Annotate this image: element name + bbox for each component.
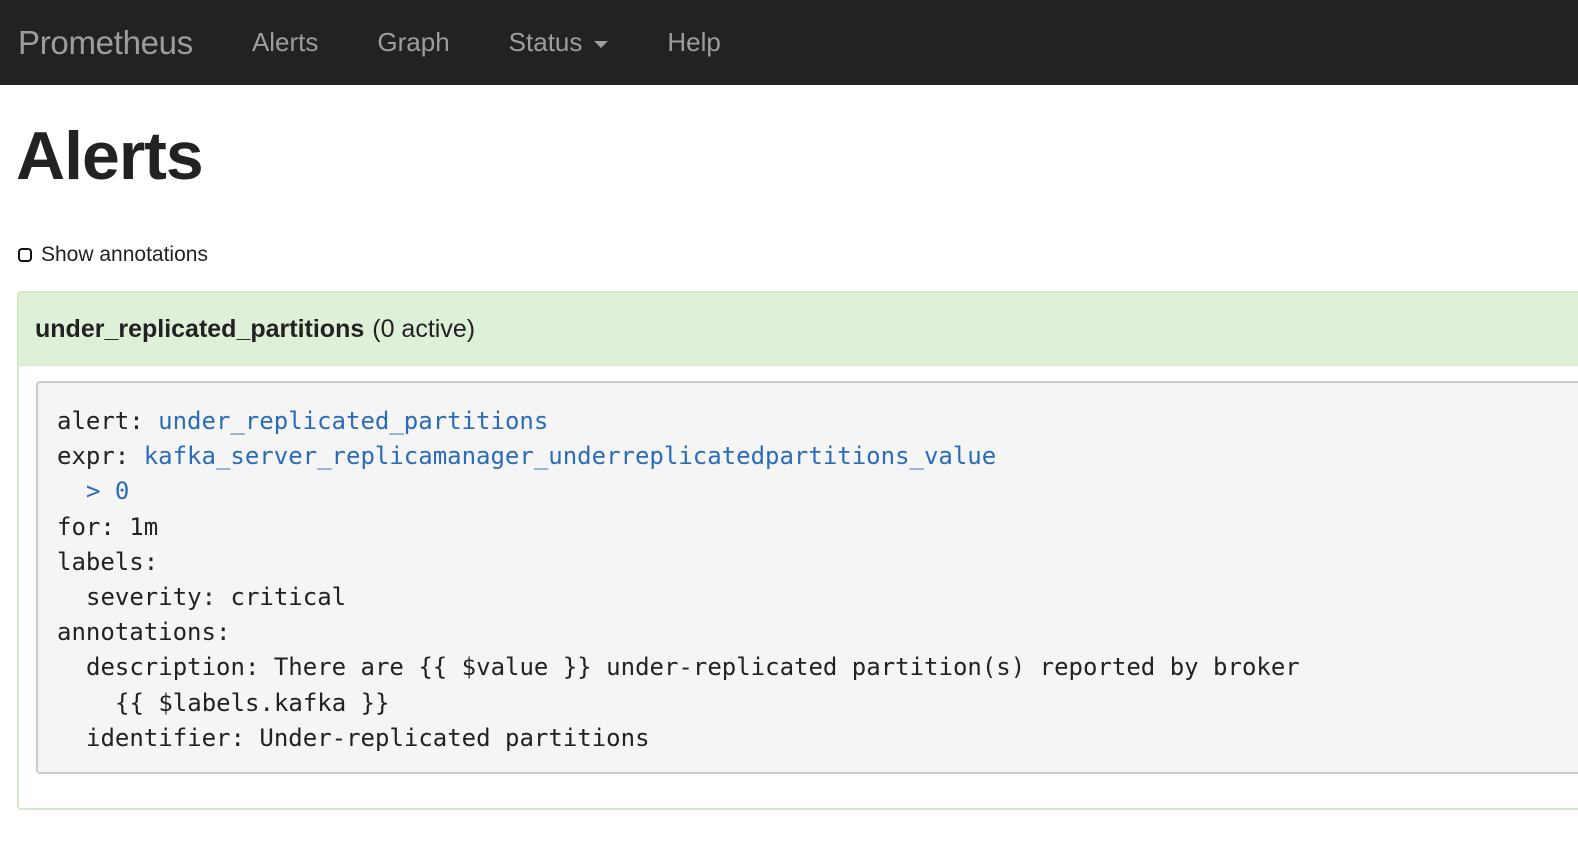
page-title: Alerts xyxy=(16,118,204,194)
show-annotations-checkbox[interactable] xyxy=(18,248,32,262)
nav-help[interactable]: Help xyxy=(667,27,720,58)
rule-line-annotations: annotations: xyxy=(57,618,231,647)
rule-line-labels: labels: xyxy=(57,547,159,576)
show-annotations-label: Show annotations xyxy=(41,243,208,266)
alert-rule-heading[interactable]: under_replicated_partitions (0 active) xyxy=(19,293,1578,366)
rule-line-identifier: identifier: Under-replicated partitions xyxy=(86,723,650,752)
alert-rule-definition: alert: under_replicated_partitions expr:… xyxy=(36,381,1578,774)
alert-rule-name: under_replicated_partitions xyxy=(35,314,365,343)
rule-line-expr-cont: > 0 xyxy=(57,474,1578,509)
alert-name-link[interactable]: under_replicated_partitions xyxy=(158,407,548,435)
alert-rule-panel: under_replicated_partitions (0 active) a… xyxy=(17,291,1578,810)
rule-line-severity: severity: critical xyxy=(86,582,347,611)
expr-link[interactable]: kafka_server_replicamanager_underreplica… xyxy=(144,442,997,470)
show-annotations-toggle[interactable]: Show annotations xyxy=(18,243,208,267)
rule-line-description: description: There are {{ $value }} unde… xyxy=(86,653,1300,682)
expr-cont-link[interactable]: > 0 xyxy=(86,477,129,505)
brand-link[interactable]: Prometheus xyxy=(18,24,193,62)
nav-graph[interactable]: Graph xyxy=(377,27,449,58)
rule-line-expr: expr: kafka_server_replicamanager_underr… xyxy=(57,442,997,471)
alert-active-count: (0 active) xyxy=(372,314,476,343)
nav-status-label: Status xyxy=(508,27,583,57)
rule-line-description-cont: {{ $labels.kafka }} xyxy=(115,688,390,717)
nav-alerts[interactable]: Alerts xyxy=(252,27,318,58)
top-navbar: Prometheus Alerts Graph Status Help xyxy=(0,0,1578,85)
nav-status-dropdown[interactable]: Status xyxy=(509,27,609,58)
caret-down-icon xyxy=(594,40,609,48)
rule-line-alert: alert: under_replicated_partitions xyxy=(57,407,549,435)
rule-line-for: for: 1m xyxy=(57,512,159,541)
